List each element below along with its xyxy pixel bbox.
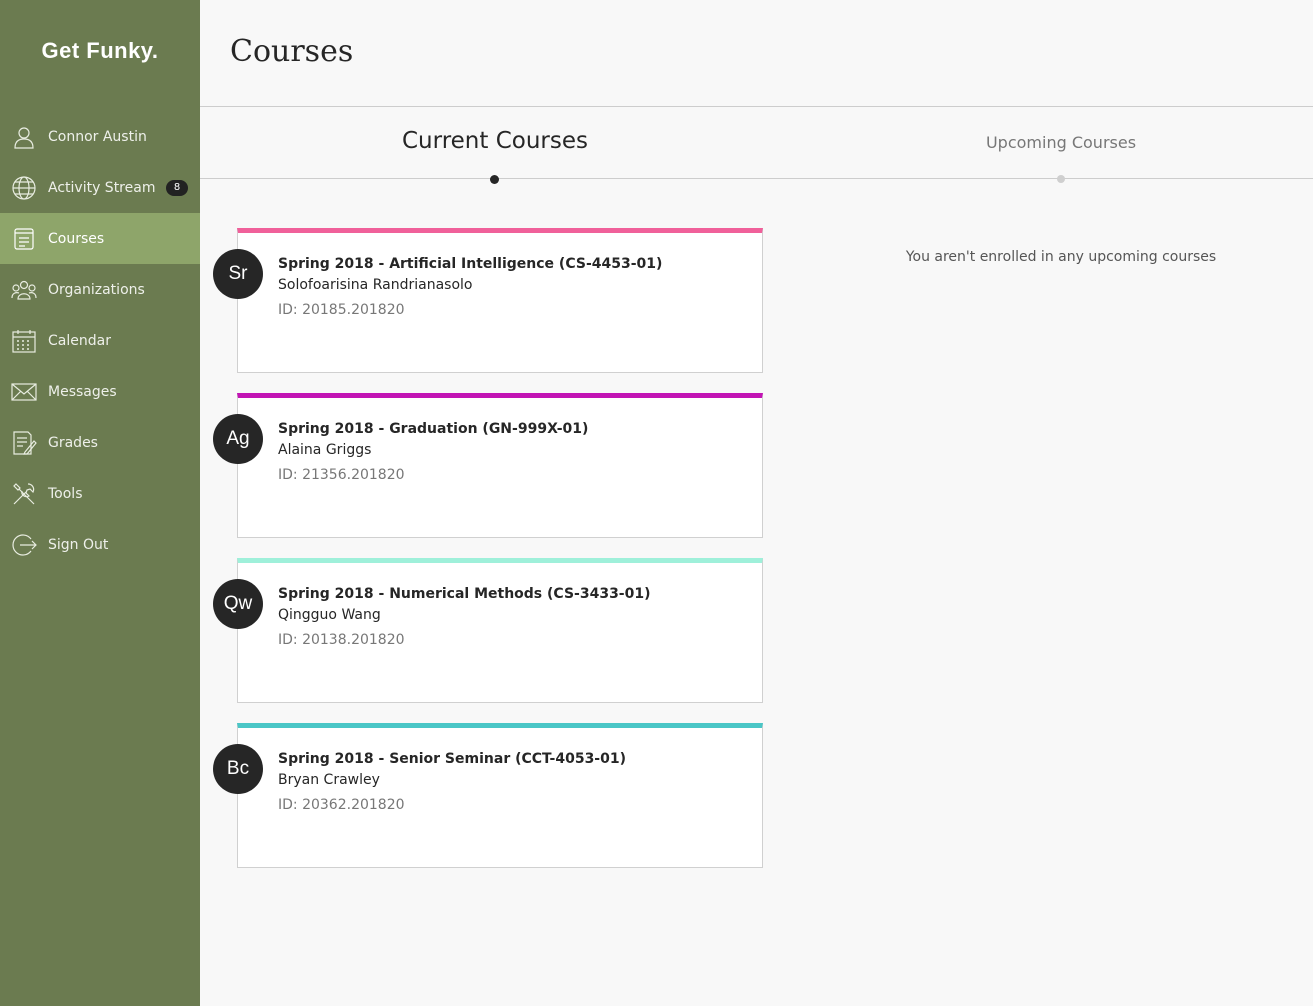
tab-current-courses[interactable]: Current Courses — [295, 128, 695, 154]
sidebar-item-label: Grades — [48, 435, 98, 451]
tab-upcoming-courses[interactable]: Upcoming Courses — [861, 133, 1261, 152]
course-card-graduation[interactable]: Spring 2018 - Graduation (GN-999X-01) Al… — [237, 393, 763, 538]
course-id: ID: 20185.201820 — [278, 302, 405, 318]
page-title: Courses — [230, 34, 354, 69]
course-instructor: Qingguo Wang — [278, 607, 381, 623]
course-title[interactable]: Spring 2018 - Senior Seminar (CCT-4053-0… — [278, 751, 626, 767]
course-instructor: Alaina Griggs — [278, 442, 372, 458]
course-title[interactable]: Spring 2018 - Graduation (GN-999X-01) — [278, 421, 588, 437]
sidebar-item-sign-out[interactable]: Sign Out — [0, 519, 200, 570]
upcoming-empty-message: You aren't enrolled in any upcoming cour… — [905, 249, 1217, 265]
sidebar-nav: Connor Austin Activity Stream 8 Courses … — [0, 111, 200, 570]
sidebar-item-organizations[interactable]: Organizations — [0, 264, 200, 315]
sidebar-item-profile[interactable]: Connor Austin — [0, 111, 200, 162]
course-card-numerical-methods[interactable]: Spring 2018 - Numerical Methods (CS-3433… — [237, 558, 763, 703]
course-avatar: Qw — [213, 579, 263, 629]
sidebar-item-label: Calendar — [48, 333, 111, 349]
tools-icon — [11, 481, 37, 507]
course-id: ID: 21356.201820 — [278, 467, 405, 483]
sidebar-item-label: Messages — [48, 384, 117, 400]
sidebar-item-courses[interactable]: Courses — [0, 213, 200, 264]
sidebar-item-label: Activity Stream — [48, 180, 156, 196]
course-card-senior-seminar[interactable]: Spring 2018 - Senior Seminar (CCT-4053-0… — [237, 723, 763, 868]
tab-upcoming-indicator[interactable] — [1057, 175, 1065, 183]
sidebar-item-messages[interactable]: Messages — [0, 366, 200, 417]
course-id: ID: 20138.201820 — [278, 632, 405, 648]
calendar-icon — [11, 328, 37, 354]
course-avatar: Ag — [213, 414, 263, 464]
envelope-icon — [11, 379, 37, 405]
sidebar-item-label: Sign Out — [48, 537, 109, 553]
sidebar-item-grades[interactable]: Grades — [0, 417, 200, 468]
sidebar-item-label: Courses — [48, 231, 105, 247]
tabs-divider — [200, 178, 1313, 179]
grades-icon — [11, 430, 37, 456]
course-avatar: Bc — [213, 744, 263, 794]
sidebar-item-label: Tools — [48, 486, 83, 502]
course-avatar: Sr — [213, 249, 263, 299]
sidebar-item-calendar[interactable]: Calendar — [0, 315, 200, 366]
course-instructor: Bryan Crawley — [278, 772, 380, 788]
sidebar: Get Funky. Connor Austin Activity Stream… — [0, 0, 200, 1006]
globe-icon — [11, 175, 37, 201]
sidebar-item-activity-stream[interactable]: Activity Stream 8 — [0, 162, 200, 213]
sign-out-icon — [11, 532, 37, 558]
course-card-ai[interactable]: Spring 2018 - Artificial Intelligence (C… — [237, 228, 763, 373]
sidebar-item-label: Organizations — [48, 282, 145, 298]
course-instructor: Solofoarisina Randrianasolo — [278, 277, 473, 293]
course-id: ID: 20362.201820 — [278, 797, 405, 813]
sidebar-item-tools[interactable]: Tools — [0, 468, 200, 519]
course-title[interactable]: Spring 2018 - Numerical Methods (CS-3433… — [278, 586, 651, 602]
user-icon — [11, 124, 37, 150]
header-divider — [200, 106, 1313, 107]
courses-icon — [11, 226, 37, 252]
organizations-icon — [11, 277, 37, 303]
brand-logo[interactable]: Get Funky. — [0, 38, 200, 64]
sidebar-item-label: Connor Austin — [48, 129, 147, 145]
notification-badge: 8 — [166, 180, 188, 196]
tab-current-indicator — [490, 175, 499, 184]
course-title[interactable]: Spring 2018 - Artificial Intelligence (C… — [278, 256, 662, 272]
